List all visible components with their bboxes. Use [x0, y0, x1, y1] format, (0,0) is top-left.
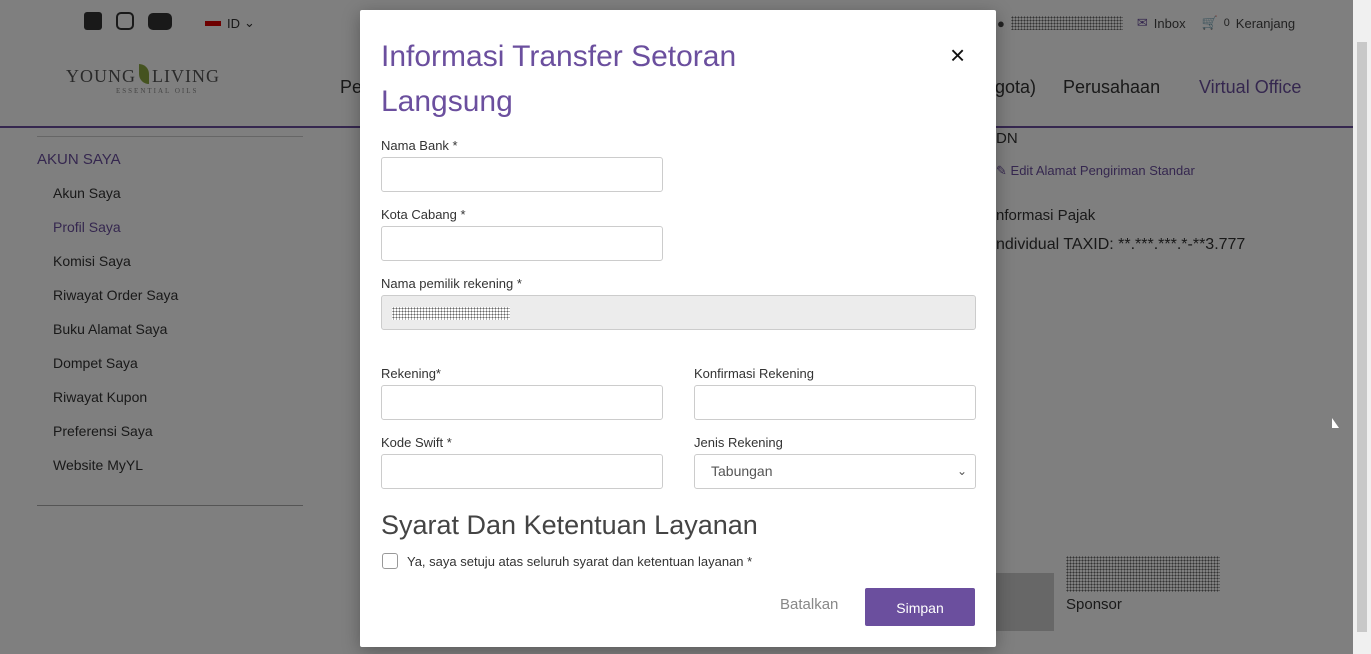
confirm-account-input[interactable]	[694, 385, 976, 420]
account-owner-label: Nama pemilik rekening *	[381, 276, 522, 291]
cancel-button[interactable]: Batalkan	[780, 596, 838, 613]
account-number-input[interactable]	[381, 385, 663, 420]
terms-checkbox-label[interactable]: Ya, saya setuju atas seluruh syarat dan …	[407, 554, 752, 569]
swift-code-input[interactable]	[381, 454, 663, 489]
chevron-down-icon: ⌄	[956, 464, 967, 478]
account-type-label: Jenis Rekening	[694, 435, 783, 450]
branch-city-label: Kota Cabang *	[381, 207, 466, 222]
scrollbar-thumb[interactable]	[1357, 42, 1367, 632]
terms-heading: Syarat Dan Ketentuan Layanan	[381, 510, 758, 540]
branch-city-input[interactable]	[381, 226, 663, 261]
mouse-cursor-icon	[1332, 418, 1339, 428]
terms-checkbox[interactable]	[382, 553, 398, 569]
account-number-label: Rekening*	[381, 366, 441, 381]
confirm-account-label: Konfirmasi Rekening	[694, 366, 814, 381]
save-button[interactable]: Simpan	[865, 588, 975, 626]
account-owner-redacted	[392, 307, 510, 320]
close-icon[interactable]: ×	[950, 40, 965, 71]
bank-name-label: Nama Bank *	[381, 138, 458, 153]
modal-title: Informasi Transfer Setoran Langsung	[381, 40, 737, 118]
account-type-value: Tabungan	[711, 463, 773, 479]
account-type-select[interactable]: Tabungan ⌄	[694, 454, 976, 489]
page-scrollbar[interactable]	[1353, 0, 1371, 654]
account-owner-field	[381, 295, 976, 330]
swift-code-label: Kode Swift *	[381, 435, 452, 450]
transfer-info-modal: Informasi Transfer Setoran Langsung × Na…	[360, 10, 996, 647]
bank-name-input[interactable]	[381, 157, 663, 192]
